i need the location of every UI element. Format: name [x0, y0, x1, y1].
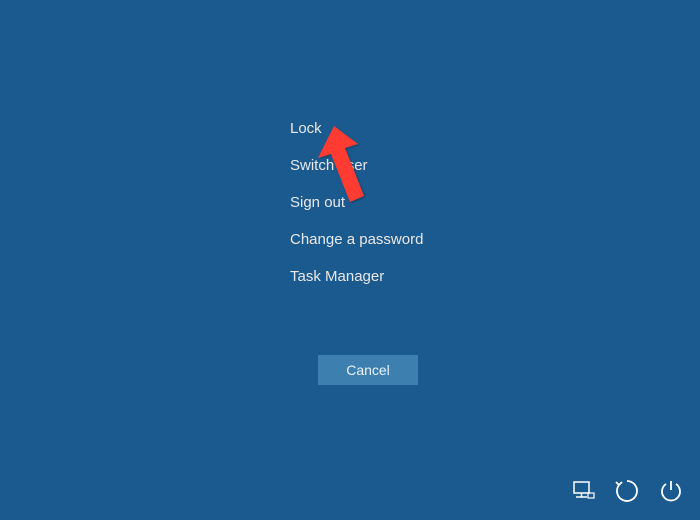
ease-of-access-icon[interactable] — [614, 478, 640, 504]
power-icon[interactable] — [658, 478, 684, 504]
cancel-button[interactable]: Cancel — [318, 355, 418, 385]
system-tray — [570, 478, 684, 504]
menu-item-lock[interactable]: Lock — [290, 110, 423, 147]
menu-item-switch-user[interactable]: Switch user — [290, 147, 423, 184]
menu-item-change-password[interactable]: Change a password — [290, 221, 423, 258]
menu-item-task-manager[interactable]: Task Manager — [290, 258, 423, 295]
network-icon[interactable] — [570, 478, 596, 504]
security-options-menu: Lock Switch user Sign out Change a passw… — [290, 110, 423, 295]
menu-item-sign-out[interactable]: Sign out — [290, 184, 423, 221]
